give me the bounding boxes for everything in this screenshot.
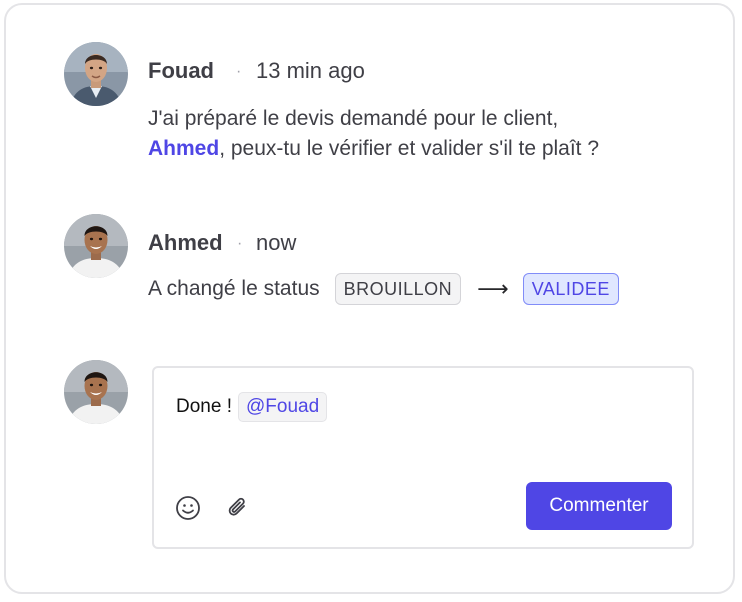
user-avatar-ahmed-icon: [64, 360, 128, 424]
user-avatar-ahmed-icon: [64, 214, 128, 278]
comment-input[interactable]: Done ! @Fouad: [176, 392, 328, 422]
mention-link[interactable]: Ahmed: [148, 137, 219, 160]
mention-chip[interactable]: @Fouad: [237, 392, 328, 422]
comment-body: J'ai préparé le devis demandé pour le cl…: [148, 104, 696, 164]
avatar-current-user: [64, 360, 128, 424]
comment-timestamp: now: [256, 230, 297, 255]
submit-comment-button[interactable]: Commenter: [526, 482, 672, 530]
status-badge-to: VALIDEE: [522, 273, 619, 305]
status-change-text: A changé le status: [148, 277, 320, 300]
comment-text-after: , peux-tu le vérifier et valider s'il te…: [219, 137, 600, 160]
paperclip-icon[interactable]: [224, 494, 252, 522]
comment-composer[interactable]: Done ! @Fouad Commenter: [152, 366, 694, 549]
meta-separator: ·: [237, 235, 243, 252]
smiley-icon[interactable]: [174, 494, 202, 522]
avatar-fouad[interactable]: [64, 42, 128, 106]
comment-author[interactable]: Ahmed: [148, 230, 223, 256]
comment-timestamp: 13 min ago: [256, 58, 365, 83]
comment-input-text: Done !: [176, 396, 232, 417]
comment-author[interactable]: Fouad: [148, 58, 214, 84]
arrow-right-icon: ⟶: [477, 276, 509, 301]
status-change: A changé le status BROUILLON ⟶ VALIDEE: [148, 272, 619, 306]
avatar-ahmed[interactable]: [64, 214, 128, 278]
meta-separator: ·: [236, 63, 242, 80]
comment-text-before: J'ai préparé le devis demandé pour le cl…: [148, 107, 559, 130]
user-avatar-fouad-icon: [64, 42, 128, 106]
status-badge-from: BROUILLON: [334, 273, 462, 305]
